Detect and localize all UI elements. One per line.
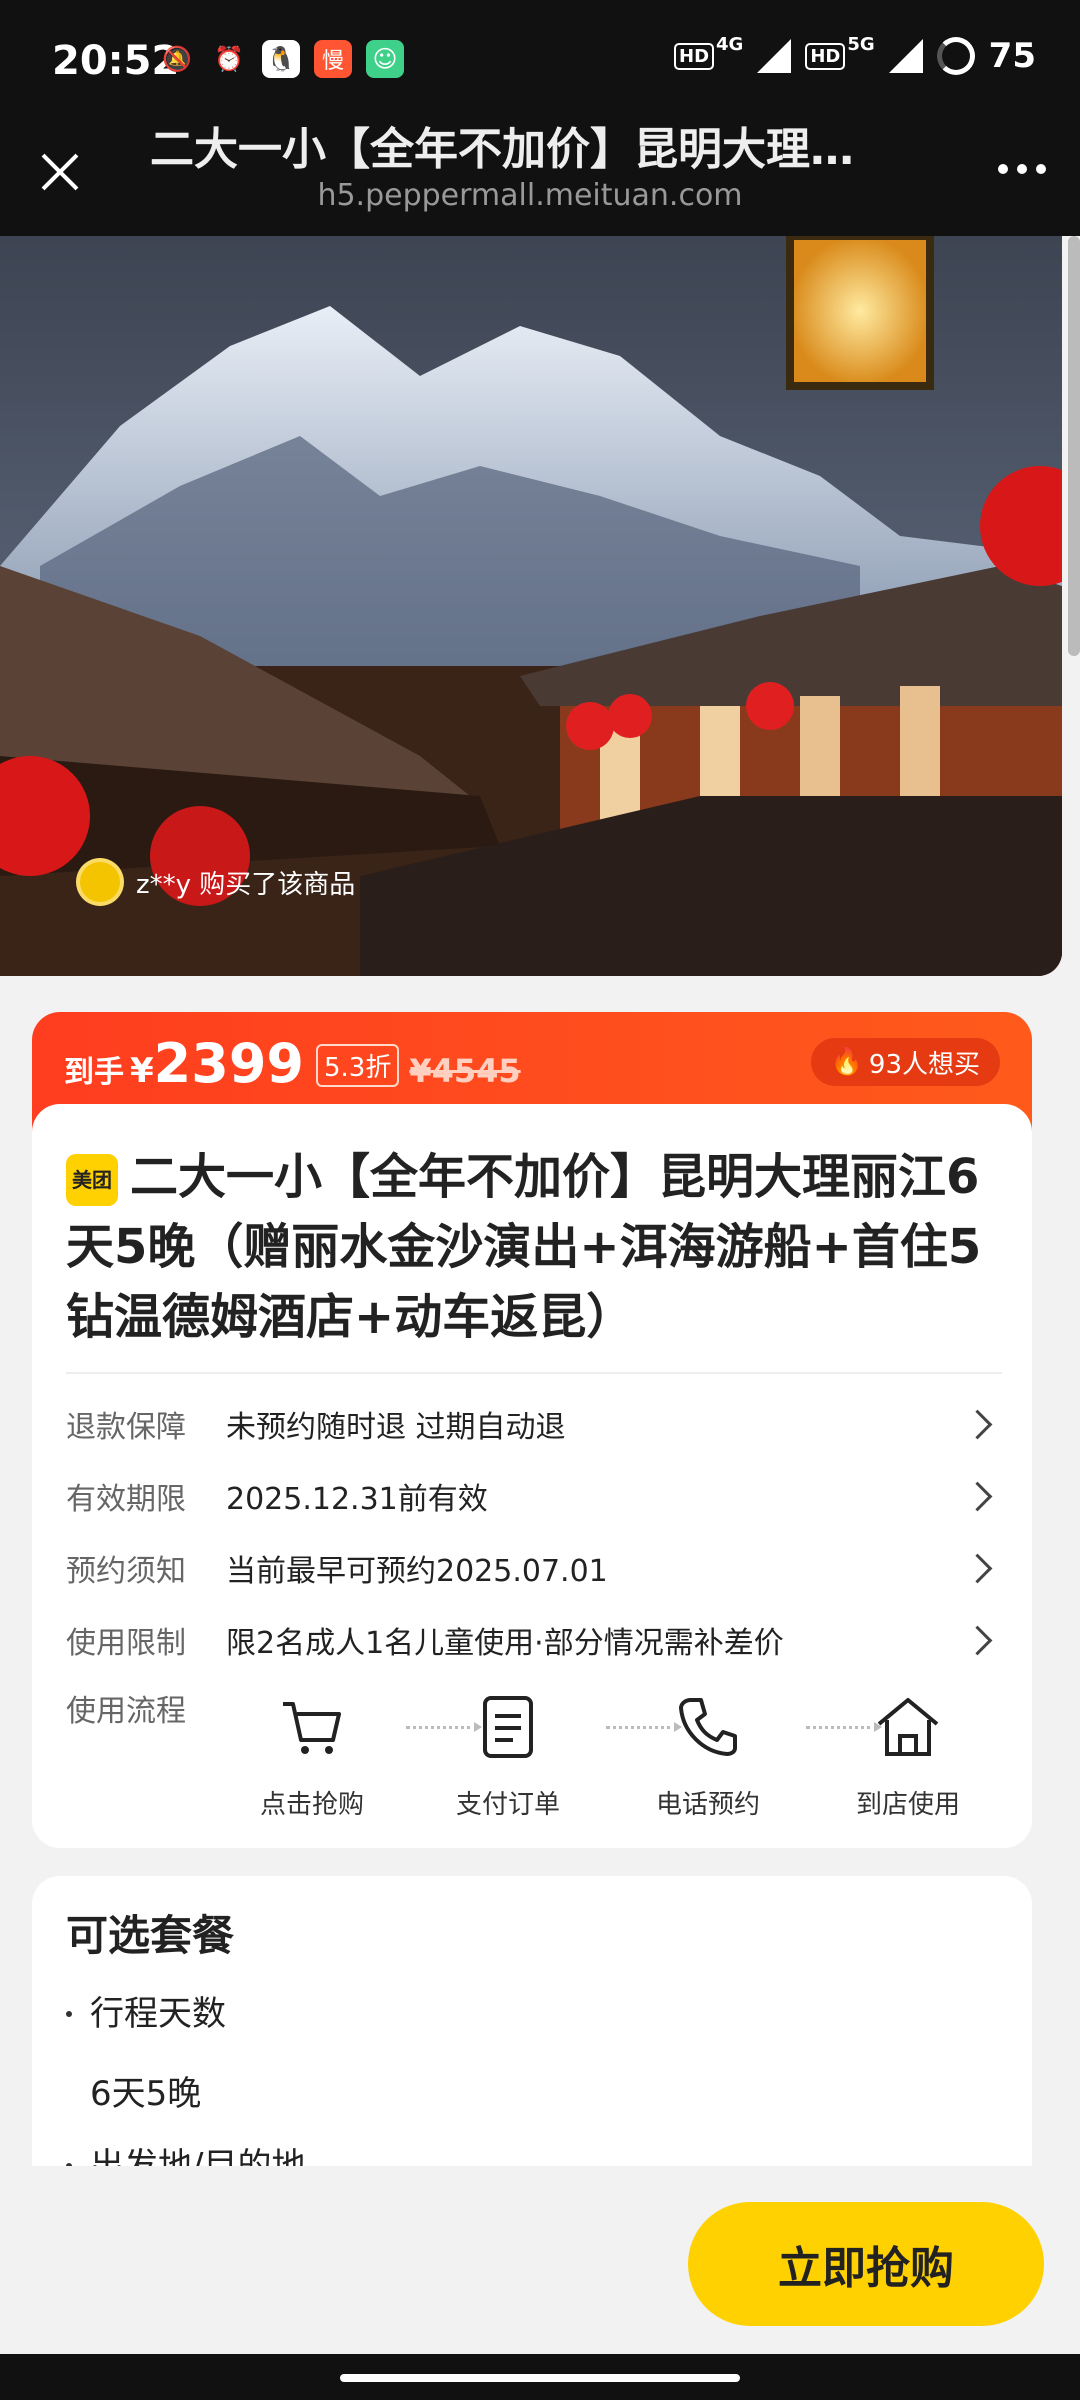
chevron-right-icon	[962, 1481, 993, 1511]
info-value: 限2名成人1名儿童使用·部分情况需补差价	[226, 1626, 784, 1661]
order-icon	[483, 1696, 533, 1758]
buyer-avatar	[76, 858, 124, 906]
battery-level: 75	[988, 36, 1036, 76]
fire-icon: 🔥	[830, 1047, 863, 1077]
battery-icon	[936, 37, 975, 75]
alarm-icon: ⏰	[214, 45, 244, 73]
home-icon	[877, 1698, 939, 1756]
mute-bell-icon: 🔕	[162, 45, 192, 73]
discount-tag: 5.3折	[315, 1044, 400, 1087]
flow-step-label: 电话预约	[655, 1790, 760, 1820]
usage-flow: 点击抢购 支付订单 电话预约 到店使用	[252, 1692, 992, 1822]
page-title: 二大一小【全年不加价】昆明大理…	[150, 124, 854, 175]
info-label: 预约须知	[66, 1554, 186, 1589]
info-row-validity[interactable]: 有效期限 2025.12.31前有效	[66, 1466, 1002, 1526]
gesture-bar	[0, 2354, 1080, 2400]
section-title: 可选套餐	[66, 1911, 235, 1960]
flow-step-visit: 到店使用	[848, 1692, 968, 1821]
buyer-notice-text: z**y 购买了该商品	[136, 869, 356, 900]
divider	[66, 1372, 1002, 1374]
info-value: 未预约随时退 过期自动退	[226, 1410, 566, 1445]
home-indicator[interactable]	[340, 2374, 740, 2382]
bullet	[66, 2011, 72, 2017]
info-row-booking[interactable]: 预约须知 当前最早可预约2025.07.01	[66, 1538, 1002, 1598]
info-label: 使用限制	[66, 1626, 186, 1661]
nav-bar: 二大一小【全年不加价】昆明大理… h5.peppermall.meituan.c…	[0, 120, 1080, 236]
info-label: 有效期限	[66, 1482, 186, 1517]
more-icon[interactable]	[998, 164, 1046, 174]
network-5g: 5G	[847, 33, 875, 55]
bottom-bar: 立即抢购	[0, 2166, 1080, 2354]
product-card: 美团 二大一小【全年不加价】昆明大理丽江6天5晚（赠丽水金沙演出+洱海游船+首住5…	[32, 1104, 1032, 1848]
product-title: 美团 二大一小【全年不加价】昆明大理丽江6天5晚（赠丽水金沙演出+洱海游船+首住5…	[66, 1142, 1006, 1352]
product-title-text: 二大一小【全年不加价】昆明大理丽江6天5晚（赠丽水金沙演出+洱海游船+首住5钻温…	[66, 1149, 982, 1345]
flow-step-pay: 支付订单	[448, 1692, 568, 1821]
option-value[interactable]: 6天5晚	[90, 2066, 201, 2115]
price-currency: ¥	[130, 1051, 154, 1091]
price-value: 2399	[153, 1032, 304, 1095]
buy-now-button[interactable]: 立即抢购	[688, 2202, 1044, 2326]
info-row-restriction[interactable]: 使用限制 限2名成人1名儿童使用·部分情况需补差价	[66, 1610, 1002, 1670]
flow-step-call: 电话预约	[648, 1692, 768, 1821]
price-prefix: 到手	[64, 1055, 124, 1090]
app-icon: 慢	[314, 40, 352, 78]
close-icon[interactable]	[30, 144, 90, 204]
flow-step-buy: 点击抢购	[252, 1692, 372, 1821]
network-4g: 4G	[716, 33, 744, 55]
want-count: 93人想买	[868, 1049, 980, 1080]
status-right: HD 4G HD 5G 75	[674, 33, 1036, 76]
option-name: 出发地/目的地	[90, 2146, 306, 2166]
signal-icon-2	[888, 39, 923, 73]
signal-icon	[757, 39, 792, 73]
flow-label: 使用流程	[66, 1694, 186, 1729]
price-row: 到手 ¥ 2399 5.3折 ¥4545	[64, 1032, 521, 1095]
info-label: 退款保障	[66, 1410, 186, 1445]
status-bar: 20:52 🔕 ⏰ 🐧 慢 ☺ HD 4G HD 5G 75	[0, 0, 1080, 120]
page-url: h5.peppermall.meituan.com	[317, 178, 743, 213]
hd-badge: HD	[674, 42, 715, 70]
package-option: 行程天数	[66, 1986, 226, 2035]
meituan-logo: 美团	[66, 1154, 118, 1206]
cart-icon	[283, 1702, 341, 1754]
package-card: 可选套餐 行程天数 6天5晚 出发地/目的地	[32, 1876, 1032, 2166]
info-value: 当前最早可预约2025.07.01	[226, 1554, 608, 1589]
chat-app-icon: ☺	[366, 40, 404, 78]
chevron-right-icon	[962, 1625, 993, 1655]
qq-icon: 🐧	[262, 40, 300, 78]
flow-step-label: 点击抢购	[259, 1790, 364, 1820]
flow-step-label: 支付订单	[455, 1790, 560, 1820]
package-option: 出发地/目的地	[66, 2138, 305, 2166]
chevron-right-icon	[962, 1409, 993, 1439]
chevron-right-icon	[962, 1553, 993, 1583]
phone-icon	[679, 1698, 737, 1756]
notification-icons: 🔕 ⏰ 🐧 慢 ☺	[158, 40, 404, 78]
flow-step-label: 到店使用	[855, 1790, 960, 1820]
original-price: ¥4545	[409, 1052, 521, 1090]
info-value: 2025.12.31前有效	[226, 1482, 488, 1517]
buyer-notice: z**y 购买了该商品	[76, 858, 355, 906]
scrollbar[interactable]	[1068, 236, 1080, 656]
option-name: 行程天数	[90, 1994, 226, 2034]
hd-badge-2: HD	[805, 42, 846, 70]
want-count-badge: 🔥 93人想买	[810, 1038, 1000, 1086]
info-row-refund[interactable]: 退款保障 未预约随时退 过期自动退	[66, 1394, 1002, 1454]
